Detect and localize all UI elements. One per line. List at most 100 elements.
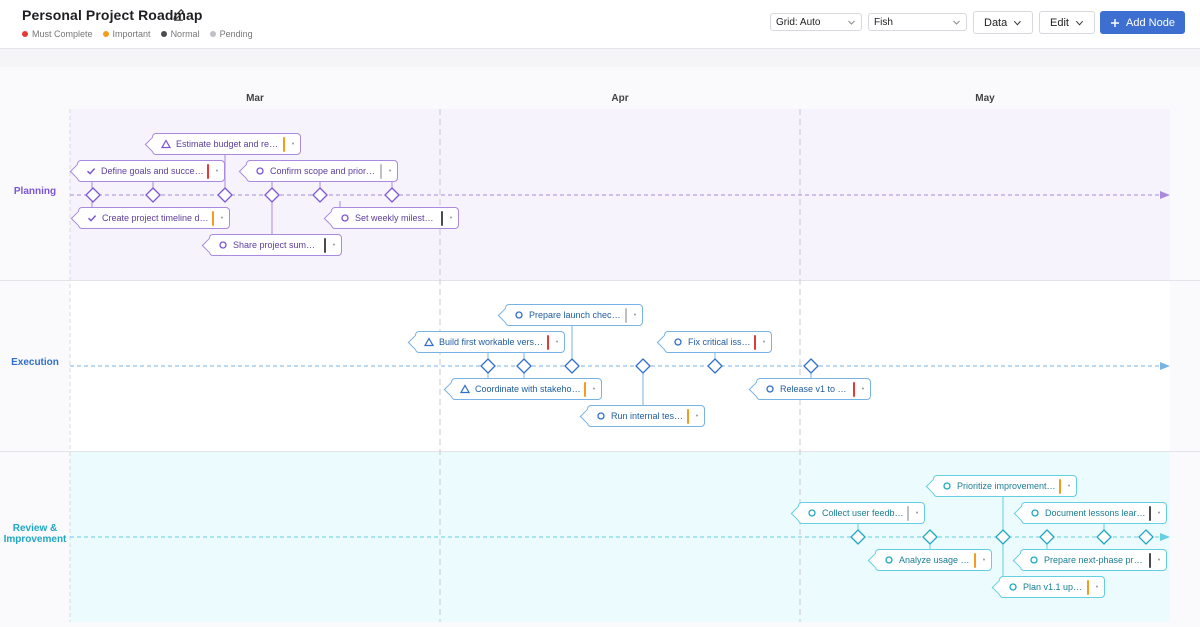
- add-node-label: Add Node: [1126, 16, 1175, 29]
- node-handle-icon[interactable]: •: [288, 137, 298, 152]
- task-node-label: Release v1 to users: [780, 384, 850, 394]
- priority-indicator: [283, 136, 285, 152]
- legend-dot: [102, 31, 109, 37]
- task-node-share-summary[interactable]: Share project summary •: [209, 234, 342, 256]
- task-node-label: Set weekly milestones: [355, 213, 438, 223]
- priority-indicator: [853, 381, 855, 397]
- priority-indicator: [1087, 579, 1089, 595]
- priority-indicator: [380, 163, 382, 179]
- milestone-diamond: [995, 529, 1011, 545]
- priority-indicator: [1059, 478, 1061, 494]
- priority-indicator: [974, 552, 976, 568]
- task-node-document-lessons[interactable]: Document lessons learned •: [1021, 502, 1167, 524]
- task-node-confirm-scope[interactable]: Confirm scope and priorities •: [246, 160, 398, 182]
- task-node-label: Confirm scope and priorities: [270, 166, 377, 176]
- task-node-label: Analyze usage data: [899, 555, 971, 565]
- circle-icon: [883, 554, 895, 566]
- priority-indicator: [1149, 505, 1151, 521]
- task-node-release-v1[interactable]: Release v1 to users •: [756, 378, 871, 400]
- node-handle-icon[interactable]: •: [858, 382, 868, 397]
- edit-button[interactable]: Edit: [1039, 11, 1095, 34]
- task-node-label: Share project summary: [233, 240, 321, 250]
- grid-select-value: Grid: Auto: [776, 16, 821, 28]
- node-handle-icon[interactable]: •: [446, 211, 456, 226]
- edit-title-button[interactable]: [170, 6, 187, 23]
- priority-indicator: [907, 505, 909, 521]
- node-handle-icon[interactable]: •: [212, 164, 222, 179]
- task-node-label: Build first workable version: [439, 337, 544, 347]
- task-node-coordinate[interactable]: Coordinate with stakeholders •: [451, 378, 602, 400]
- milestone-diamond: [217, 187, 233, 203]
- add-node-button[interactable]: Add Node: [1100, 11, 1185, 34]
- data-button[interactable]: Data: [973, 11, 1033, 34]
- arrow-head: [1160, 533, 1170, 541]
- chevron-down-icon: [1075, 20, 1084, 26]
- node-handle-icon[interactable]: •: [912, 506, 922, 521]
- legend-must-complete: Must Complete: [22, 29, 93, 39]
- layout-select[interactable]: Fish: [868, 13, 967, 31]
- task-node-prioritize-list[interactable]: Prioritize improvement list •: [933, 475, 1077, 497]
- legend-dot: [160, 31, 167, 37]
- task-node-prepare-checklist[interactable]: Prepare launch checklist •: [505, 304, 643, 326]
- task-node-label: Create project timeline draft: [102, 213, 209, 223]
- node-handle-icon[interactable]: •: [630, 308, 640, 323]
- priority-indicator: [754, 334, 756, 350]
- priority-indicator: [584, 381, 586, 397]
- node-handle-icon[interactable]: •: [589, 382, 599, 397]
- task-node-prepare-proposal[interactable]: Prepare next-phase proposal •: [1020, 549, 1167, 571]
- node-handle-icon[interactable]: •: [552, 335, 562, 350]
- data-button-label: Data: [984, 16, 1008, 29]
- milestone-diamond: [1096, 529, 1112, 545]
- node-handle-icon[interactable]: •: [1092, 580, 1102, 595]
- node-handle-icon[interactable]: •: [385, 164, 395, 179]
- node-handle-icon[interactable]: •: [1064, 479, 1074, 494]
- priority-legend: Must Complete Important Normal Pending: [22, 29, 253, 39]
- triangle-icon: [160, 138, 172, 150]
- task-node-internal-testing[interactable]: Run internal testing •: [587, 405, 705, 427]
- task-node-label: Prepare next-phase proposal: [1044, 555, 1146, 565]
- task-node-collect-feedback[interactable]: Collect user feedback •: [798, 502, 925, 524]
- task-node-build-version[interactable]: Build first workable version •: [415, 331, 565, 353]
- node-handle-icon[interactable]: •: [1154, 506, 1164, 521]
- task-node-set-milestones[interactable]: Set weekly milestones •: [331, 207, 459, 229]
- task-node-label: Define goals and success criteria: [101, 166, 204, 176]
- milestone-diamond: [264, 187, 280, 203]
- roadmap-canvas[interactable]: Mar Apr May Planning Execution Review & …: [0, 49, 1200, 627]
- chevron-down-icon: [953, 20, 960, 25]
- milestone-diamond: [850, 529, 866, 545]
- priority-indicator: [207, 163, 209, 179]
- node-handle-icon[interactable]: •: [692, 409, 702, 424]
- milestone-diamond: [516, 358, 532, 374]
- node-handle-icon[interactable]: •: [329, 238, 339, 253]
- priority-indicator: [547, 334, 549, 350]
- task-node-label: Run internal testing: [611, 411, 684, 421]
- node-handle-icon[interactable]: •: [759, 335, 769, 350]
- circle-icon: [595, 410, 607, 422]
- circle-icon: [1029, 507, 1041, 519]
- circle-icon: [513, 309, 525, 321]
- node-handle-icon[interactable]: •: [979, 553, 989, 568]
- milestone-diamond: [564, 358, 580, 374]
- task-node-create-timeline[interactable]: Create project timeline draft •: [78, 207, 230, 229]
- task-node-label: Prepare launch checklist: [529, 310, 622, 320]
- task-node-estimate-budget[interactable]: Estimate budget and resources •: [152, 133, 301, 155]
- task-node-analyze-usage[interactable]: Analyze usage data •: [875, 549, 992, 571]
- priority-indicator: [625, 307, 627, 323]
- task-node-define-goals[interactable]: Define goals and success criteria •: [77, 160, 225, 182]
- circle-icon: [1007, 581, 1019, 593]
- node-handle-icon[interactable]: •: [217, 211, 227, 226]
- legend-label: Important: [112, 29, 151, 39]
- node-handle-icon[interactable]: •: [1154, 553, 1164, 568]
- circle-icon: [217, 239, 229, 251]
- milestone-diamond: [312, 187, 328, 203]
- milestone-diamond: [635, 358, 651, 374]
- legend-label: Must Complete: [32, 29, 93, 39]
- chevron-down-icon: [1014, 20, 1022, 25]
- task-node-label: Document lessons learned: [1045, 508, 1146, 518]
- task-node-fix-issues[interactable]: Fix critical issues •: [664, 331, 772, 353]
- legend-pending: Pending: [209, 29, 253, 39]
- circle-icon: [672, 336, 684, 348]
- task-node-plan-updates[interactable]: Plan v1.1 updates •: [999, 576, 1105, 598]
- grid-select[interactable]: Grid: Auto: [770, 13, 862, 31]
- check-icon: [85, 165, 97, 177]
